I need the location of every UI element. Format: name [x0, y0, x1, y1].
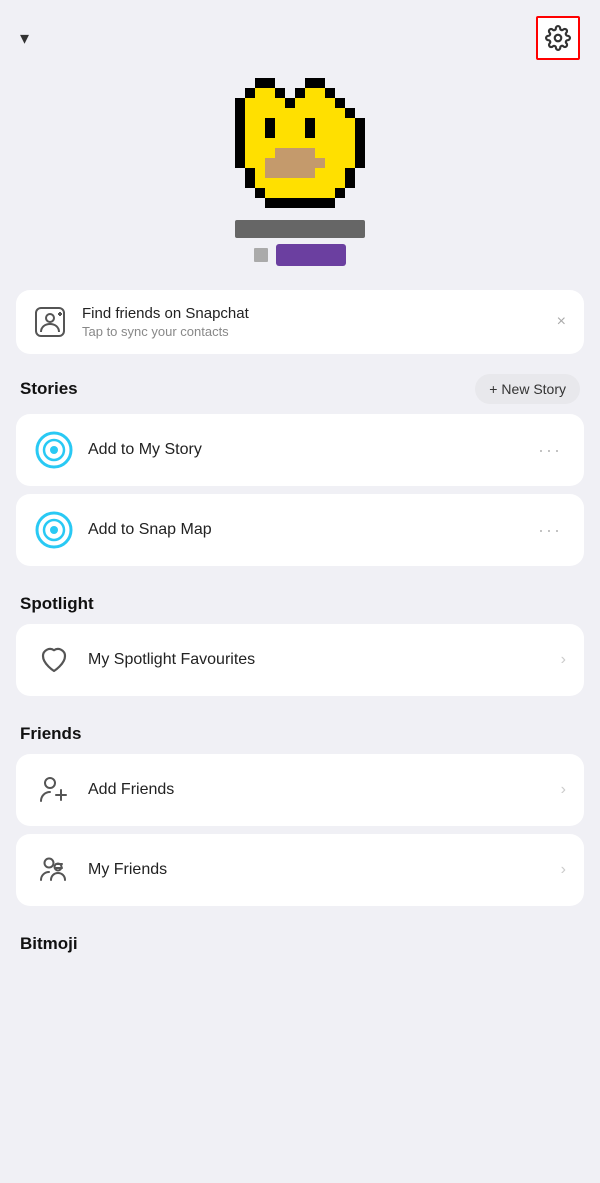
chevron-down-icon[interactable]: ▾ — [20, 28, 29, 49]
spotlight-heart-icon — [34, 640, 74, 680]
handle-icon-redacted — [254, 248, 268, 262]
add-friends-label: Add Friends — [88, 781, 547, 799]
new-story-plus-icon: + — [489, 381, 497, 397]
add-friends-chevron-icon: › — [561, 781, 566, 799]
add-friends-icon — [34, 770, 74, 810]
handle-redacted — [276, 244, 346, 266]
spotlight-favourites-card[interactable]: My Spotlight Favourites › — [16, 624, 584, 696]
spotlight-title: Spotlight — [20, 594, 94, 614]
avatar[interactable] — [235, 78, 365, 208]
new-story-label: New Story — [501, 381, 566, 397]
avatar-canvas — [235, 78, 365, 208]
handle-row — [254, 244, 346, 266]
spotlight-section-header: Spotlight — [0, 574, 600, 624]
top-bar: ▾ — [0, 0, 600, 68]
stories-section-header: Stories + New Story — [0, 354, 600, 414]
friends-section-header: Friends — [0, 704, 600, 754]
find-friends-subtitle: Tap to sync your contacts — [82, 324, 568, 339]
my-friends-card[interactable]: My Friends › — [16, 834, 584, 906]
snap-map-options-button[interactable]: ··· — [534, 520, 566, 541]
gear-icon — [545, 25, 571, 51]
stories-title: Stories — [20, 379, 78, 399]
settings-button[interactable] — [536, 16, 580, 60]
my-friends-chevron-icon: › — [561, 861, 566, 879]
snap-map-label: Add to Snap Map — [88, 521, 520, 539]
find-friends-icon — [32, 304, 68, 340]
add-friends-card[interactable]: Add Friends › — [16, 754, 584, 826]
my-story-icon — [34, 430, 74, 470]
find-friends-text: Find friends on Snapchat Tap to sync you… — [82, 305, 568, 339]
my-story-label: Add to My Story — [88, 441, 520, 459]
friends-title: Friends — [20, 724, 81, 744]
bitmoji-section-header: Bitmoji — [0, 914, 600, 964]
my-story-options-button[interactable]: ··· — [534, 440, 566, 461]
find-friends-banner[interactable]: Find friends on Snapchat Tap to sync you… — [16, 290, 584, 354]
spotlight-chevron-icon: › — [561, 651, 566, 669]
username-redacted — [235, 220, 365, 238]
snap-map-icon — [34, 510, 74, 550]
user-info — [235, 220, 365, 266]
close-find-friends-button[interactable]: × — [553, 309, 570, 335]
add-to-snap-map-card[interactable]: Add to Snap Map ··· — [16, 494, 584, 566]
avatar-section — [0, 68, 600, 274]
spotlight-favourites-label: My Spotlight Favourites — [88, 651, 547, 669]
find-friends-title: Find friends on Snapchat — [82, 305, 568, 322]
bitmoji-title: Bitmoji — [20, 934, 78, 953]
my-friends-icon — [34, 850, 74, 890]
my-friends-label: My Friends — [88, 861, 547, 879]
add-to-my-story-card[interactable]: Add to My Story ··· — [16, 414, 584, 486]
new-story-button[interactable]: + New Story — [475, 374, 580, 404]
